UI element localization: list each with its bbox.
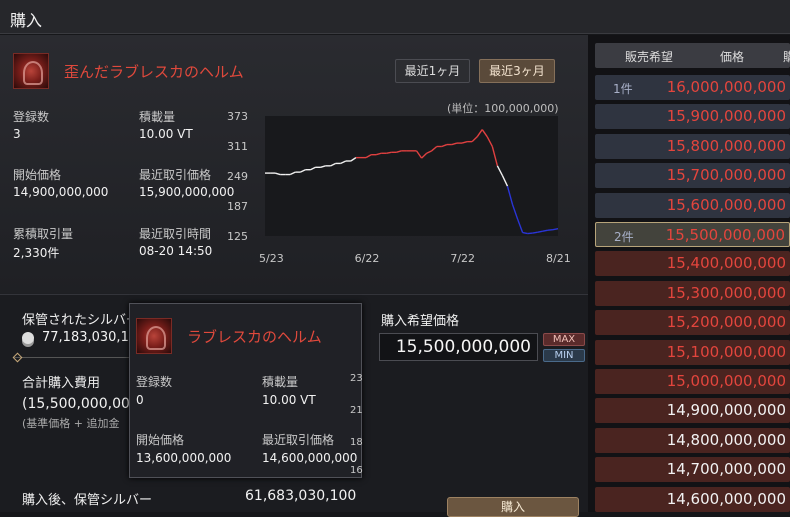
order-count: 2件: [614, 228, 634, 245]
header-buy-request: 購: [783, 48, 790, 65]
order-price: 15,900,000,000: [667, 107, 786, 125]
after-silver-value: 61,683,030,100: [245, 488, 356, 504]
order-price: 15,800,000,000: [667, 137, 786, 155]
last-price-label: 最近取引価格: [139, 166, 211, 183]
item-tooltip: ラブレスカのヘルム 登録数 0 積載量 10.00 VT 開始価格 13,600…: [129, 303, 362, 478]
tooltip-tick: 16: [350, 465, 363, 476]
series-line-segment: [533, 232, 538, 233]
tooltip-tick: 23: [350, 373, 363, 384]
y-tick-label: 187: [227, 200, 248, 213]
last-time-label: 最近取引時間: [139, 225, 211, 242]
order-book-row[interactable]: 15,100,000,000: [595, 340, 790, 365]
desired-price-input[interactable]: 15,500,000,000: [379, 333, 538, 361]
total-cost-value: (15,500,000,000: [22, 396, 139, 412]
reg-value: 3: [13, 127, 21, 141]
buy-button[interactable]: 購入: [447, 497, 579, 517]
order-count: 1件: [613, 80, 633, 97]
order-book-row[interactable]: 15,800,000,000: [595, 134, 790, 159]
last-time-value: 08-20 14:50: [139, 244, 212, 258]
order-book-row[interactable]: 15,200,000,000: [595, 310, 790, 335]
order-book-row[interactable]: 15,300,000,000: [595, 281, 790, 306]
window-title: 購入: [10, 7, 42, 31]
y-tick-label: 311: [227, 140, 248, 153]
header-price: 価格: [720, 48, 744, 65]
period-1-month-button[interactable]: 最近1ヶ月: [395, 59, 470, 83]
silver-coin-icon: [22, 332, 34, 344]
reg-label: 登録数: [13, 108, 49, 125]
tooltip-tick: 21: [350, 405, 363, 416]
weight-label: 積載量: [139, 108, 175, 125]
start-price-value: 14,900,000,000: [13, 185, 108, 199]
weight-value: 10.00 VT: [139, 127, 193, 141]
max-button[interactable]: MAX: [543, 333, 585, 346]
order-price: 15,100,000,000: [667, 343, 786, 361]
total-cost-note: (基準価格 + 追加金: [22, 415, 120, 431]
order-book-row[interactable]: 15,600,000,000: [595, 193, 790, 218]
order-price: 14,700,000,000: [667, 460, 786, 478]
tooltip-weight-value: 10.00 VT: [262, 393, 316, 407]
order-book-row[interactable]: 15,000,000,000: [595, 369, 790, 394]
tooltip-last-label: 最近取引価格: [262, 431, 334, 448]
tooltip-reg-value: 0: [136, 393, 144, 407]
order-book-row[interactable]: 14,700,000,000: [595, 457, 790, 482]
total-cost-label: 合計購入費用: [22, 372, 100, 391]
order-price: 15,000,000,000: [667, 372, 786, 390]
last-price-value: 15,900,000,000: [139, 185, 234, 199]
header-sell-request: 販売希望: [625, 48, 673, 65]
tooltip-reg-label: 登録数: [136, 373, 172, 390]
period-3-month-button[interactable]: 最近3ヶ月: [479, 59, 555, 83]
tooltip-weight-label: 積載量: [262, 373, 298, 390]
order-price: 15,700,000,000: [667, 166, 786, 184]
series-line-segment: [553, 229, 558, 230]
order-price: 16,000,000,000: [667, 78, 786, 96]
order-price: 14,600,000,000: [667, 490, 786, 508]
order-book-row[interactable]: 15,400,000,000: [595, 251, 790, 276]
series-line-segment: [543, 230, 548, 231]
item-name: 歪んだラブレスカのヘルム: [64, 61, 244, 82]
total-volume-value: 2,330件: [13, 244, 59, 261]
order-price: 15,200,000,000: [667, 313, 786, 331]
series-line-segment: [386, 152, 391, 153]
title-bar: 購入: [0, 0, 790, 34]
order-book-row[interactable]: 15,900,000,000: [595, 104, 790, 129]
divider: [14, 357, 144, 358]
order-book-row[interactable]: 14,800,000,000: [595, 428, 790, 453]
start-price-label: 開始価格: [13, 166, 61, 183]
order-book-row[interactable]: 14,900,000,000: [595, 398, 790, 423]
order-price: 15,300,000,000: [667, 284, 786, 302]
order-price: 14,800,000,000: [667, 431, 786, 449]
tooltip-last-value: 14,600,000,000: [262, 451, 357, 465]
after-silver-label: 購入後、保管シルバー: [22, 489, 152, 508]
order-book-row[interactable]: 2件 15,500,000,000: [595, 222, 790, 247]
silver-label: 保管されたシルバー: [22, 309, 139, 328]
y-tick-label: 373: [227, 110, 248, 123]
order-book-header: 販売希望 価格 購: [595, 43, 790, 68]
min-button[interactable]: MIN: [543, 349, 585, 362]
desired-price-label: 購入希望価格: [381, 310, 459, 329]
order-price: 15,500,000,000: [666, 226, 785, 244]
tooltip-item-name: ラブレスカのヘルム: [187, 326, 322, 347]
x-tick-label: 5/23: [259, 252, 284, 265]
total-volume-label: 累積取引量: [13, 225, 73, 242]
tooltip-start-value: 13,600,000,000: [136, 451, 231, 465]
x-tick-label: 8/21: [546, 252, 570, 265]
y-tick-label: 125: [227, 230, 248, 243]
order-price: 15,600,000,000: [667, 196, 786, 214]
y-tick-label: 249: [227, 170, 248, 183]
tooltip-start-label: 開始価格: [136, 431, 184, 448]
x-tick-label: 7/22: [450, 252, 475, 265]
order-book-row[interactable]: 1件 16,000,000,000: [595, 75, 790, 100]
order-book-row[interactable]: 15,700,000,000: [595, 163, 790, 188]
chart-plot-area: [265, 116, 558, 236]
tooltip-tick: 18: [350, 437, 363, 448]
helm-icon: [13, 53, 49, 89]
series-line-segment: [523, 233, 528, 234]
x-tick-label: 6/22: [355, 252, 380, 265]
order-price: 15,400,000,000: [667, 254, 786, 272]
price-chart: 373 311 249 187 125 5/23 6/22 7/22 8/21: [225, 108, 570, 268]
helm-icon: [136, 318, 172, 354]
series-line-segment: [538, 231, 543, 232]
order-book-row[interactable]: 14,600,000,000: [595, 487, 790, 512]
order-price: 14,900,000,000: [667, 401, 786, 419]
